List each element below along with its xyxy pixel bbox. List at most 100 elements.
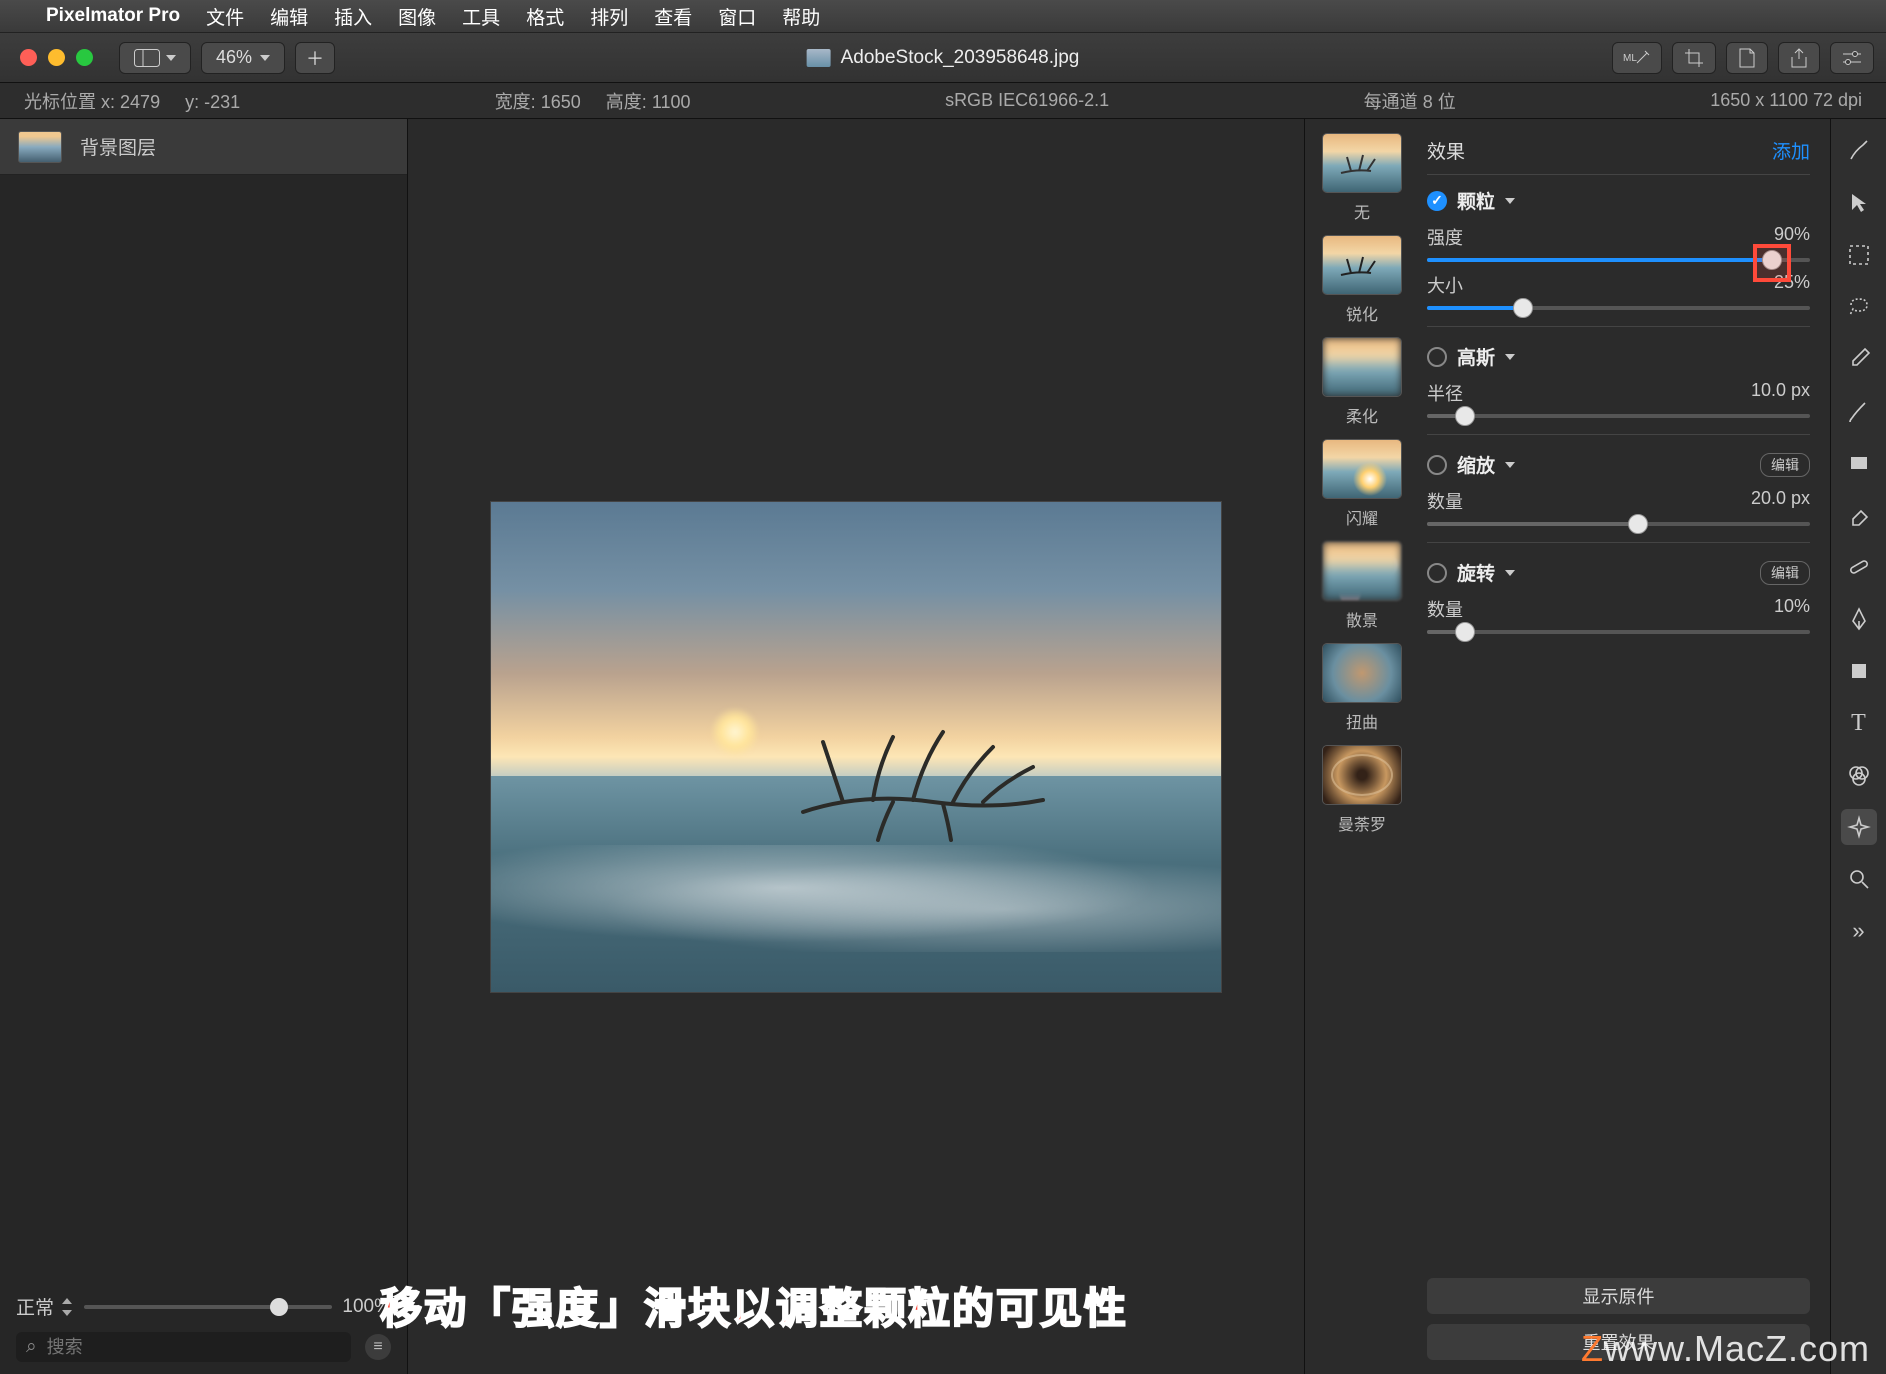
effect-grain: ✓ 颗粒 强度90% 大小25% [1427, 187, 1810, 310]
spin-amount-slider[interactable] [1427, 630, 1810, 634]
layer-search-input[interactable] [47, 1337, 341, 1358]
checkbox-on-icon[interactable]: ✓ [1427, 191, 1447, 211]
app-menu[interactable]: Pixelmator Pro [46, 5, 180, 27]
text-tool[interactable]: T [1841, 705, 1877, 741]
inspector-toggle-button[interactable] [1830, 42, 1874, 74]
share-button[interactable] [1778, 42, 1820, 74]
effects-tool[interactable] [1841, 809, 1877, 845]
minimize-window-button[interactable] [48, 49, 65, 66]
menu-file[interactable]: 文件 [206, 3, 244, 30]
menu-arrange[interactable]: 排列 [590, 3, 628, 30]
preset-none[interactable]: 无 [1322, 133, 1402, 223]
preset-sharpen[interactable]: 锐化 [1322, 235, 1402, 325]
crop-button[interactable] [1672, 42, 1716, 74]
checkbox-off-icon[interactable] [1427, 563, 1447, 583]
preset-flare[interactable]: 闪耀 [1322, 439, 1402, 529]
effects-title: 效果 [1427, 137, 1465, 164]
cursor-y-label: y: [185, 92, 199, 112]
add-effect-link[interactable]: 添加 [1772, 137, 1810, 164]
canvas[interactable] [408, 119, 1304, 1374]
menu-tools[interactable]: 工具 [462, 3, 500, 30]
pen-icon [1847, 607, 1871, 631]
slider-knob[interactable] [1628, 514, 1648, 534]
marquee-tool[interactable] [1841, 237, 1877, 273]
export-button[interactable] [1726, 42, 1768, 74]
slider-label: 大小 [1427, 272, 1463, 298]
preset-twirl[interactable]: 扭曲 [1322, 643, 1402, 733]
slider-knob[interactable] [270, 1298, 288, 1316]
menu-view[interactable]: 查看 [654, 3, 692, 30]
shape-tool[interactable] [1841, 653, 1877, 689]
color-adjust-tool[interactable] [1841, 757, 1877, 793]
circles-icon [1847, 763, 1871, 787]
lasso-tool[interactable] [1841, 289, 1877, 325]
menu-image[interactable]: 图像 [398, 3, 436, 30]
wand-icon: ML [1623, 49, 1651, 67]
add-button[interactable]: ＋ [295, 42, 335, 74]
effect-grain-header[interactable]: ✓ 颗粒 [1427, 187, 1810, 214]
repair-tool[interactable] [1841, 549, 1877, 585]
preset-label: 柔化 [1346, 403, 1378, 427]
arrow-tool[interactable] [1841, 185, 1877, 221]
cursor-icon [1847, 191, 1871, 215]
show-original-button[interactable]: 显示原件 [1427, 1278, 1810, 1314]
menu-edit[interactable]: 编辑 [270, 3, 308, 30]
annotation-caption: 移动「强度」滑块以调整颗粒的可见性 [380, 1275, 1128, 1336]
zoom-tool[interactable] [1841, 861, 1877, 897]
effect-name: 缩放 [1457, 451, 1495, 478]
zoom-dropdown[interactable]: 46% [201, 42, 285, 74]
layer-options-button[interactable]: ≡ [365, 1334, 391, 1360]
layer-row[interactable]: 背景图层 [0, 119, 407, 175]
preset-bokeh[interactable]: 散景 [1322, 541, 1402, 631]
sidebar-toggle-button[interactable] [119, 42, 191, 74]
ml-enhance-button[interactable]: ML [1612, 42, 1662, 74]
svg-text:ML: ML [1623, 53, 1637, 64]
brush-tool[interactable] [1841, 133, 1877, 169]
dimensions-dpi: 1650 x 1100 72 dpi [1710, 90, 1862, 111]
preset-mandala[interactable]: 曼荼罗 [1322, 745, 1402, 835]
effect-spin-header[interactable]: 旋转 编辑 [1427, 559, 1810, 586]
gaussian-radius-slider[interactable] [1427, 414, 1810, 418]
opacity-slider[interactable] [84, 1305, 332, 1309]
effect-zoom-header[interactable]: 缩放 编辑 [1427, 451, 1810, 478]
zoom-amount-slider[interactable] [1427, 522, 1810, 526]
eraser-tool[interactable] [1841, 497, 1877, 533]
slider-knob[interactable] [1455, 406, 1475, 426]
effect-zoom: 缩放 编辑 数量20.0 px [1427, 451, 1810, 526]
edit-button[interactable]: 编辑 [1760, 453, 1810, 477]
plus-icon: ＋ [306, 45, 324, 71]
close-window-button[interactable] [20, 49, 37, 66]
edit-button[interactable]: 编辑 [1760, 561, 1810, 585]
slider-knob[interactable] [1513, 298, 1533, 318]
cursor-x-value: 2479 [120, 92, 160, 112]
file-name: AdobeStock_203958648.jpg [841, 47, 1080, 69]
fill-tool[interactable] [1841, 445, 1877, 481]
window-toolbar: 46% ＋ AdobeStock_203958648.jpg ML [0, 33, 1886, 83]
menu-help[interactable]: 帮助 [782, 3, 820, 30]
preset-label: 散景 [1346, 607, 1378, 631]
grain-size-slider[interactable] [1427, 306, 1810, 310]
preset-soften[interactable]: 柔化 [1322, 337, 1402, 427]
checkbox-off-icon[interactable] [1427, 347, 1447, 367]
menu-window[interactable]: 窗口 [718, 3, 756, 30]
pen-tool[interactable] [1841, 601, 1877, 637]
menu-format[interactable]: 格式 [526, 3, 564, 30]
grain-intensity-slider[interactable] [1427, 258, 1810, 262]
slider-knob[interactable] [1455, 622, 1475, 642]
grain-size-row: 大小25% [1427, 272, 1810, 310]
menu-insert[interactable]: 插入 [334, 3, 372, 30]
effect-gaussian-header[interactable]: 高斯 [1427, 343, 1810, 370]
paint-tool[interactable] [1841, 393, 1877, 429]
zoom-value: 46% [216, 47, 252, 68]
checkbox-off-icon[interactable] [1427, 455, 1447, 475]
fullscreen-window-button[interactable] [76, 49, 93, 66]
more-tools[interactable]: » [1841, 913, 1877, 949]
chevron-down-icon [260, 55, 270, 61]
slider-label: 数量 [1427, 488, 1463, 514]
slider-knob[interactable] [1762, 250, 1782, 270]
preset-label: 扭曲 [1346, 709, 1378, 733]
height-value: 1100 [652, 92, 691, 112]
width-label: 宽度: [495, 92, 536, 112]
eyedropper-tool[interactable] [1841, 341, 1877, 377]
blend-mode-select[interactable]: 正常 [16, 1293, 74, 1320]
